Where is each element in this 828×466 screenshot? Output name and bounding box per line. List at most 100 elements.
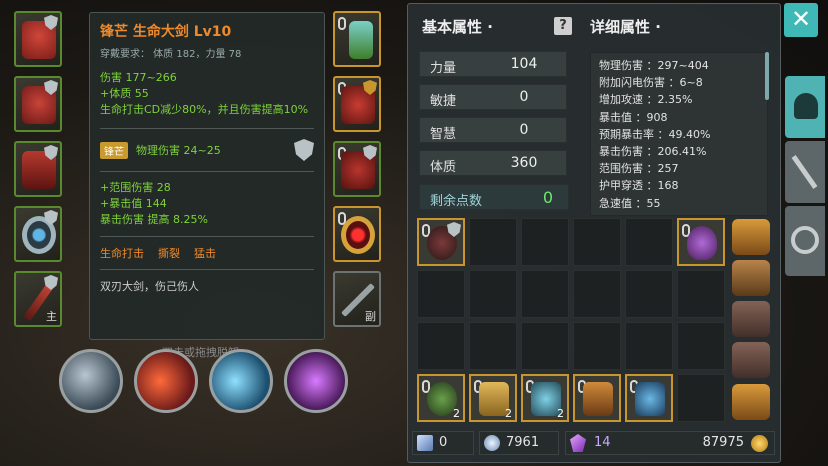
detail-stat: 预期暴击率 ：49.40% [599,127,711,141]
detail-stat: 暴击值 ：908 [599,110,668,124]
basic-attributes-header: 基本属性 · [422,18,493,36]
inventory-slot[interactable]: 2 [469,374,517,422]
inventory-slot[interactable] [625,270,673,318]
remaining-points-value: 0 [542,188,554,207]
skill-name: 撕裂 [158,247,180,260]
crossed-swords-icon [791,155,818,189]
skill-slot-3[interactable] [209,349,273,413]
detail-stat: 急速值 ：55 [599,196,661,210]
inventory-slot[interactable] [417,322,465,370]
bag-slot-5[interactable] [732,384,770,420]
inventory-slot[interactable] [677,322,725,370]
detailed-attributes-header: 详细属性 · [590,18,661,36]
item-count: 2 [557,407,564,420]
item-tooltip: 锋芒 生命大剑 Lv10 穿戴要求： 体质 182，力量 78 伤害 177~2… [89,12,325,340]
soul-currency: 7961 [479,431,559,455]
gold-currency-value: 87975 [702,435,744,450]
close-button[interactable]: ✕ [784,3,818,37]
soul-currency-icon [484,435,500,451]
equip-slot-chest[interactable] [14,76,62,132]
socket-row: 锋芒 物理伤害 24~25 [100,139,314,161]
inventory-slot[interactable] [469,218,517,266]
equip-slot-ring-2[interactable] [333,206,381,262]
inventory-slot[interactable] [417,218,465,266]
stat-wisdom: 智慧 0 [419,117,567,143]
stat-label: 体质 [430,160,457,175]
socket-stat: 物理伤害 24~25 [136,144,221,157]
gold-coin-icon [751,435,768,452]
inventory-slot[interactable] [625,218,673,266]
skill-list: 生命打击 撕裂 猛击 [100,245,314,261]
crystal-currency-value: 14 [594,435,611,450]
main-hand-tag: 主 [46,310,57,323]
equip-slot-amulet[interactable] [333,11,381,67]
tab-equipment[interactable] [785,76,825,138]
tab-skills[interactable] [785,141,825,203]
inventory-slot[interactable] [521,322,569,370]
skill-slot-1[interactable] [59,349,123,413]
inventory-slot[interactable]: 2 [417,374,465,422]
detail-stat: 范围伤害 ：257 [599,162,679,176]
ice-crystal-icon [635,382,665,416]
item-description: 双刃大剑，伤己伤人 [100,280,199,293]
stat-value: 0 [519,122,529,138]
equip-slot-gloves[interactable] [333,76,381,132]
affix-line: +范围伤害 28 [100,181,171,194]
equip-slot-legs[interactable] [14,141,62,197]
inventory-slot[interactable] [573,374,621,422]
divider [100,236,314,237]
stat-constitution: 体质 360 [419,150,567,176]
inventory-slot[interactable] [625,374,673,422]
affix-line: 暴击伤害 提高 8.25% [100,213,208,226]
inventory-slot[interactable] [469,322,517,370]
off-hand-tag: 副 [365,310,376,323]
inventory-slot[interactable] [521,270,569,318]
item-requirement: 穿戴要求： 体质 182，力量 78 [100,49,242,60]
tab-settings[interactable] [785,206,825,276]
inventory-slot[interactable] [625,322,673,370]
divider [100,171,314,172]
inventory-slot[interactable]: 2 [521,374,569,422]
inventory-slot[interactable] [469,270,517,318]
detailed-stats-list[interactable]: 物理伤害 ：297~404 附加闪电伤害 ：6~8 增加攻速 ：2.35% 暴击… [590,52,768,216]
item-special-effect: 生命打击CD减少80%，并且伤害提高10% [100,103,309,116]
ruby-ring-icon [341,216,375,254]
target-gear-icon [791,226,819,254]
item-title: 锋芒 生命大剑 Lv10 [100,24,232,40]
help-icon[interactable]: ? [554,17,572,35]
detail-stat: 护甲穿透 ：168 [599,179,679,193]
inventory-slot[interactable] [573,218,621,266]
inventory-slot[interactable] [677,218,725,266]
affix-line: +暴击值 144 [100,197,167,210]
bag-slot-2[interactable] [732,260,770,296]
item-count: 2 [505,407,512,420]
item-damage: 伤害 177~266 [100,71,177,84]
bag-slot-4[interactable] [732,342,770,378]
skill-slot-2[interactable] [134,349,198,413]
detail-stat: 附加闪电伤害 ：6~8 [599,76,703,90]
divider [100,269,314,270]
detail-scrollbar[interactable] [765,52,769,100]
equip-slot-helmet[interactable] [14,11,62,67]
detail-stat: 物理伤害 ：297~404 [599,59,709,72]
inventory-slot[interactable] [573,270,621,318]
bag-slot-3[interactable] [732,301,770,337]
equip-slot-ring[interactable] [14,206,62,262]
skill-slot-4[interactable] [284,349,348,413]
equip-slot-boots[interactable] [333,141,381,197]
inventory-grid: 2 2 2 [417,218,727,426]
inventory-slot[interactable] [677,374,725,422]
socket-tag: 锋芒 [100,141,128,159]
inventory-slot[interactable] [677,270,725,318]
crystal-currency: 14 87975 [565,431,775,455]
inventory-slot[interactable] [521,218,569,266]
helmet-tab-icon [794,93,818,119]
purple-crystal-icon [570,434,586,452]
amulet-icon [349,21,373,59]
equip-slot-offhand[interactable]: 副 [333,271,381,327]
bag-slot-1[interactable] [732,219,770,255]
inventory-slot[interactable] [573,322,621,370]
inventory-slot[interactable] [417,270,465,318]
equip-slot-main-weapon[interactable]: 主 [14,271,62,327]
stat-label: 力量 [430,61,457,76]
